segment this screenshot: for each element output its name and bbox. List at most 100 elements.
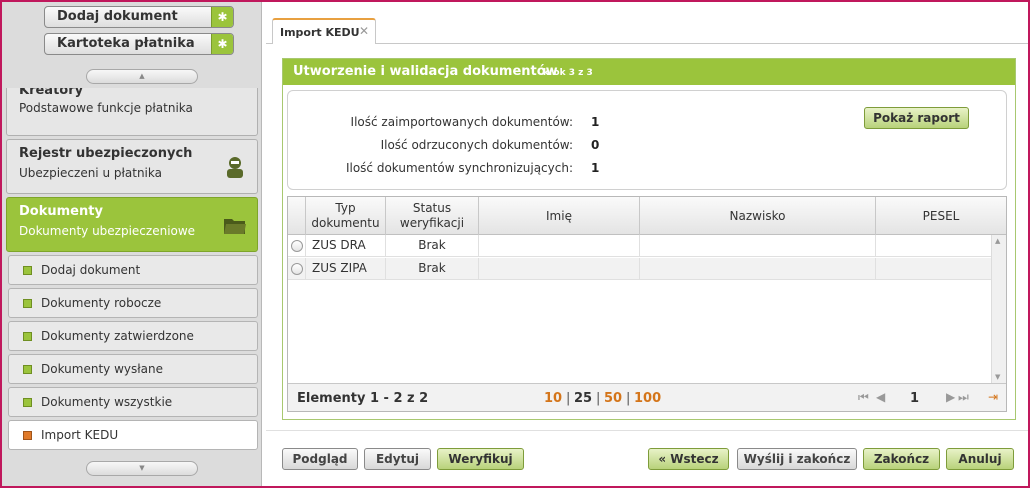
sidebar-item-label: Dokumenty wysłane — [41, 362, 163, 376]
elements-count: Elementy 1 - 2 z 2 — [297, 391, 429, 406]
folder-icon — [224, 219, 246, 234]
quick-button-label: Kartoteka płatnika — [57, 36, 195, 51]
sidebar-item-dodaj-dokument[interactable]: Dodaj dokument — [8, 255, 258, 285]
cancel-button[interactable]: Anuluj — [946, 448, 1014, 470]
last-page-icon[interactable]: ⏭ — [958, 390, 969, 405]
panel-rejestr-ubezpieczonych[interactable]: Rejestr ubezpieczonych Ubezpieczeni u pł… — [6, 139, 258, 194]
grid-pager: Elementy 1 - 2 z 2 10 | 25 | 50 | 100 ⏮ … — [288, 383, 1006, 411]
stat-label: Ilość zaimportowanych dokumentów: — [350, 115, 573, 129]
cell-last-name — [640, 235, 876, 257]
table-row[interactable]: ZUS DRA Brak — [288, 235, 991, 257]
prev-page-icon[interactable]: ◀ — [876, 390, 885, 404]
wizard-title: Utworzenie i walidacja dokumentów — [293, 64, 558, 79]
row-radio[interactable] — [291, 240, 303, 252]
tab-label: Import KEDU — [280, 26, 360, 39]
stat-label: Ilość dokumentów synchronizujących: — [345, 161, 573, 175]
export-icon[interactable]: ⇥ — [988, 390, 998, 404]
panel-title: Rejestr ubezpieczonych — [19, 146, 193, 161]
page-size-50[interactable]: 50 — [604, 391, 622, 406]
tab-import-kedu[interactable]: Import KEDU ✕ — [272, 18, 376, 44]
panel-dokumenty[interactable]: Dokumenty Dokumenty ubezpieczeniowe — [6, 197, 258, 252]
sidebar-item-dokumenty-robocze[interactable]: Dokumenty robocze — [8, 288, 258, 318]
chevron-down-icon: ▼ — [139, 464, 145, 472]
close-icon[interactable]: ✕ — [359, 24, 369, 38]
bullet-icon — [23, 431, 32, 440]
scroll-up-button[interactable]: ▲ — [86, 69, 198, 84]
scroll-down-arrow-icon[interactable]: ▼ — [995, 373, 1000, 381]
cell-status: Brak — [386, 258, 479, 280]
header-status-weryfikacji[interactable]: Status weryfikacji — [386, 197, 479, 235]
header-nazwisko[interactable]: Nazwisko — [640, 197, 876, 235]
preview-button[interactable]: Podgląd — [282, 448, 358, 470]
cell-type: ZUS ZIPA — [306, 258, 386, 280]
quick-payer-file-button[interactable]: Kartoteka płatnika ✱ — [44, 33, 234, 55]
quick-button-label: Dodaj dokument — [57, 9, 178, 24]
panel-subtitle: Dokumenty ubezpieczeniowe — [19, 224, 196, 238]
page-size-separator: | — [596, 391, 601, 406]
scroll-down-button[interactable]: ▼ — [86, 461, 198, 476]
chevron-up-icon: ▲ — [139, 72, 145, 80]
insured-person-icon — [227, 157, 243, 178]
header-typ-dokumentu[interactable]: Typ dokumentu — [306, 197, 386, 235]
page-size-100[interactable]: 100 — [634, 391, 661, 406]
first-page-icon[interactable]: ⏮ — [858, 390, 869, 405]
page-size-separator: | — [566, 391, 571, 406]
tab-bar — [266, 14, 1028, 44]
cell-status: Brak — [386, 235, 479, 257]
stat-value: 1 — [591, 115, 600, 129]
back-button[interactable]: « Wstecz — [648, 448, 729, 470]
import-summary: Ilość zaimportowanych dokumentów: 1 Iloś… — [287, 90, 1007, 190]
bullet-icon — [23, 332, 32, 341]
wand-icon: ✱ — [211, 34, 233, 54]
panel-title: Kreatory — [19, 88, 84, 98]
panel-subtitle: Ubezpieczeni u płatnika — [19, 166, 162, 180]
page-size-separator: | — [626, 391, 631, 406]
sidebar-item-label: Import KEDU — [41, 428, 119, 442]
current-page: 1 — [910, 391, 920, 406]
table-row[interactable]: ZUS ZIPA Brak — [288, 258, 991, 280]
panel-subtitle: Podstawowe funkcje płatnika — [19, 101, 193, 115]
cell-first-name — [479, 235, 640, 257]
finish-button[interactable]: Zakończ — [863, 448, 940, 470]
stat-value: 1 — [591, 161, 600, 175]
quick-add-document-button[interactable]: Dodaj dokument ✱ — [44, 6, 234, 28]
wizard-header: Utworzenie i walidacja dokumentów krok 3… — [283, 59, 1015, 85]
cell-pesel — [876, 258, 991, 280]
sidebar-item-label: Dokumenty zatwierdzone — [41, 329, 194, 343]
sidebar-item-label: Dokumenty robocze — [41, 296, 162, 310]
wand-icon: ✱ — [211, 7, 233, 27]
sidebar-menu: Kreatory Podstawowe funkcje płatnika Rej… — [2, 88, 261, 456]
panel-title: Dokumenty — [19, 204, 103, 219]
edit-button[interactable]: Edytuj — [364, 448, 431, 470]
send-and-finish-button[interactable]: Wyślij i zakończ — [737, 448, 857, 470]
sidebar-item-dokumenty-wyslane[interactable]: Dokumenty wysłane — [8, 354, 258, 384]
page-size-25[interactable]: 25 — [574, 391, 592, 406]
cell-type: ZUS DRA — [306, 235, 386, 257]
cell-last-name — [640, 258, 876, 280]
sidebar-item-import-kedu[interactable]: Import KEDU — [8, 420, 258, 450]
show-report-button[interactable]: Pokaż raport — [864, 107, 969, 129]
wizard-step: krok 3 z 3 — [543, 68, 593, 78]
cell-pesel — [876, 235, 991, 257]
bullet-icon — [23, 266, 32, 275]
page-size-10[interactable]: 10 — [544, 391, 562, 406]
panel-kreatory[interactable]: Kreatory Podstawowe funkcje płatnika — [6, 88, 258, 136]
header-imie[interactable]: Imię — [479, 197, 640, 235]
next-page-icon[interactable]: ▶ — [946, 390, 955, 404]
row-select-cell — [288, 235, 306, 257]
header-select — [288, 197, 306, 235]
sidebar-item-label: Dodaj dokument — [41, 263, 141, 277]
stat-label: Ilość odrzuconych dokumentów: — [380, 138, 573, 152]
scroll-up-arrow-icon[interactable]: ▲ — [995, 237, 1000, 245]
sidebar: Dodaj dokument ✱ Kartoteka płatnika ✱ ▲ … — [2, 2, 262, 486]
sidebar-item-dokumenty-wszystkie[interactable]: Dokumenty wszystkie — [8, 387, 258, 417]
sidebar-item-dokumenty-zatwierdzone[interactable]: Dokumenty zatwierdzone — [8, 321, 258, 351]
stat-value: 0 — [591, 138, 600, 152]
sidebar-item-label: Dokumenty wszystkie — [41, 395, 173, 409]
bullet-icon — [23, 299, 32, 308]
grid-scrollbar[interactable]: ▲ ▼ — [991, 235, 1006, 383]
header-pesel[interactable]: PESEL — [876, 197, 1006, 235]
row-select-cell — [288, 258, 306, 280]
verify-button[interactable]: Weryfikuj — [437, 448, 524, 470]
row-radio[interactable] — [291, 263, 303, 275]
